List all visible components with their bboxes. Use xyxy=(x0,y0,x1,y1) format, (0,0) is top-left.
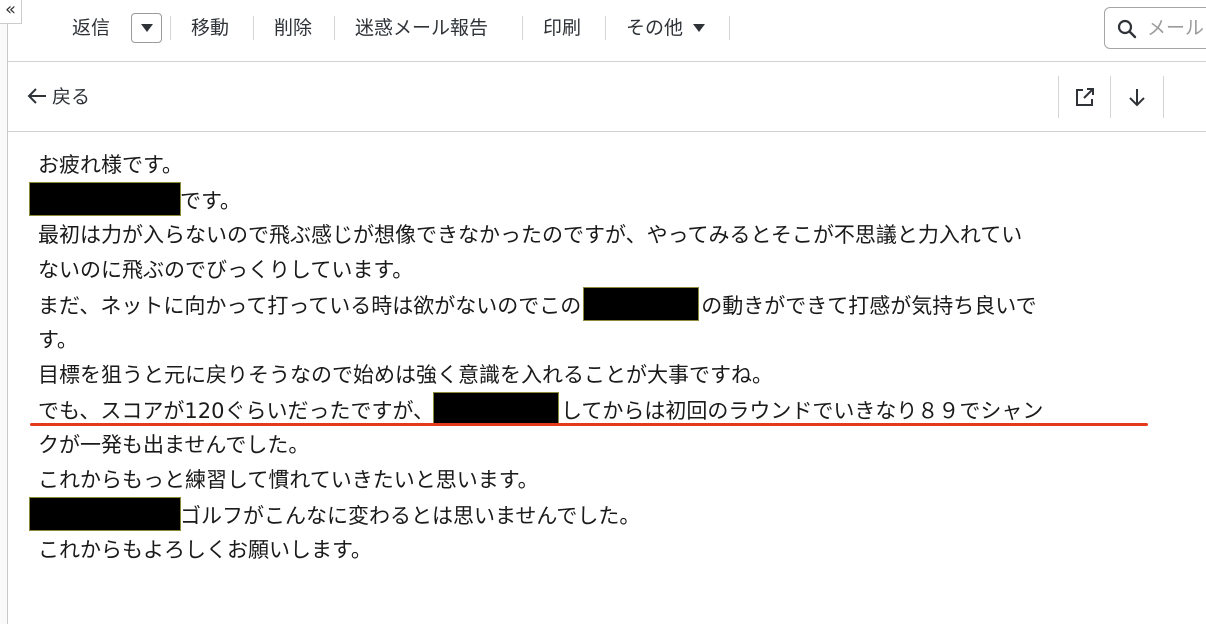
redacted-name xyxy=(29,182,181,216)
mail-reader: « 返信 移動 削除 迷惑メール報告 印刷 その他 メール 戻る お疲れ様です。… xyxy=(0,0,1206,624)
body-text: 最初は力が入らないので飛ぶ感じが想像できなかったのですが、やってみるとそこが不思… xyxy=(38,223,1023,247)
body-text: です。 xyxy=(180,189,241,213)
body-line: 最初は力が入らないので飛ぶ感じが想像できなかったのですが、やってみるとそこが不思… xyxy=(38,218,1188,253)
toolbar-divider xyxy=(170,16,171,40)
more-actions-label: その他 xyxy=(626,17,684,39)
body-text: してからは初回のラウンドでいきなり８９でシャン xyxy=(561,399,1044,423)
message-body: お疲れ様です。 です。 最初は力が入らないので飛ぶ感じが想像できなかったのですが… xyxy=(29,148,1188,568)
message-header-bar: 戻る xyxy=(8,62,1206,132)
more-actions-button[interactable]: その他 xyxy=(626,14,706,42)
toolbar-divider xyxy=(253,16,254,40)
body-text: でも、スコアが120ぐらいだったですが、 xyxy=(38,399,435,423)
report-spam-button[interactable]: 迷惑メール報告 xyxy=(355,14,488,42)
toolbar-divider xyxy=(522,16,523,40)
red-underline-highlight xyxy=(30,423,1148,426)
toolbar-divider xyxy=(334,16,335,40)
mail-search-input[interactable]: メール xyxy=(1104,7,1206,49)
back-button[interactable]: 戻る xyxy=(26,84,90,110)
header-divider xyxy=(1163,76,1164,118)
folder-panel-strip xyxy=(0,0,8,624)
open-in-new-window-icon[interactable] xyxy=(1074,86,1096,108)
toolbar-divider xyxy=(729,16,730,40)
body-line: す。 xyxy=(38,323,1188,358)
search-placeholder: メール xyxy=(1147,17,1205,39)
download-arrow-icon[interactable] xyxy=(1126,86,1148,108)
body-line: クが一発も出ませんでした。 xyxy=(38,428,1188,463)
body-line: です。 xyxy=(29,182,1188,218)
redacted-name xyxy=(29,497,181,531)
body-text: す。 xyxy=(38,328,78,352)
reply-button[interactable]: 返信 xyxy=(72,14,110,42)
body-text: の動きができて打感が気持ち良いで xyxy=(701,294,1037,318)
body-line: ゴルフがこんなに変わるとは思いませんでした。 xyxy=(29,497,1188,533)
print-button[interactable]: 印刷 xyxy=(543,14,581,42)
delete-button[interactable]: 削除 xyxy=(274,14,312,42)
back-label: 戻る xyxy=(52,86,91,108)
body-text: ゴルフがこんなに変わるとは思いませんでした。 xyxy=(180,504,641,528)
body-text: クが一発も出ませんでした。 xyxy=(38,433,310,457)
body-text: まだ、ネットに向かって打っている時は欲がないのでこの xyxy=(38,294,582,318)
body-line: 目標を狙うと元に戻りそうなので始めは強く意識を入れることが大事ですね。 xyxy=(38,358,1188,393)
body-line: これからもよろしくお願いします。 xyxy=(38,533,1188,568)
body-line: ないのに飛ぶのでびっくりしています。 xyxy=(38,253,1188,288)
highlighted-body-line: でも、スコアが120ぐらいだったですが、 してからは初回のラウンドでいきなり８９で… xyxy=(30,392,1188,428)
reply-options-dropdown[interactable] xyxy=(131,13,162,43)
chevron-down-icon xyxy=(141,24,153,32)
redacted-product-name xyxy=(583,287,700,321)
header-divider xyxy=(1058,76,1059,118)
body-text: これからもよろしくお願いします。 xyxy=(38,538,372,562)
chevron-down-icon xyxy=(693,24,706,32)
body-line: お疲れ様です。 xyxy=(38,148,1188,183)
body-text: お疲れ様です。 xyxy=(38,153,183,177)
body-text: 目標を狙うと元に戻りそうなので始めは強く意識を入れることが大事ですね。 xyxy=(38,363,773,387)
body-line: これからもっと練習して慣れていきたいと思います。 xyxy=(38,463,1188,498)
body-line: まだ、ネットに向かって打っている時は欲がないのでこの の動きができて打感が気持ち良… xyxy=(38,287,1188,323)
body-text: これからもっと練習して慣れていきたいと思います。 xyxy=(38,468,539,492)
redacted-product-name xyxy=(433,392,560,426)
arrow-left-icon xyxy=(27,88,46,104)
message-toolbar: 返信 移動 削除 迷惑メール報告 印刷 その他 メール xyxy=(8,0,1206,62)
header-divider xyxy=(1110,76,1111,118)
body-text: ないのに飛ぶのでびっくりしています。 xyxy=(38,258,414,282)
move-button[interactable]: 移動 xyxy=(191,14,229,42)
toolbar-divider xyxy=(605,16,606,40)
search-icon xyxy=(1117,19,1137,39)
